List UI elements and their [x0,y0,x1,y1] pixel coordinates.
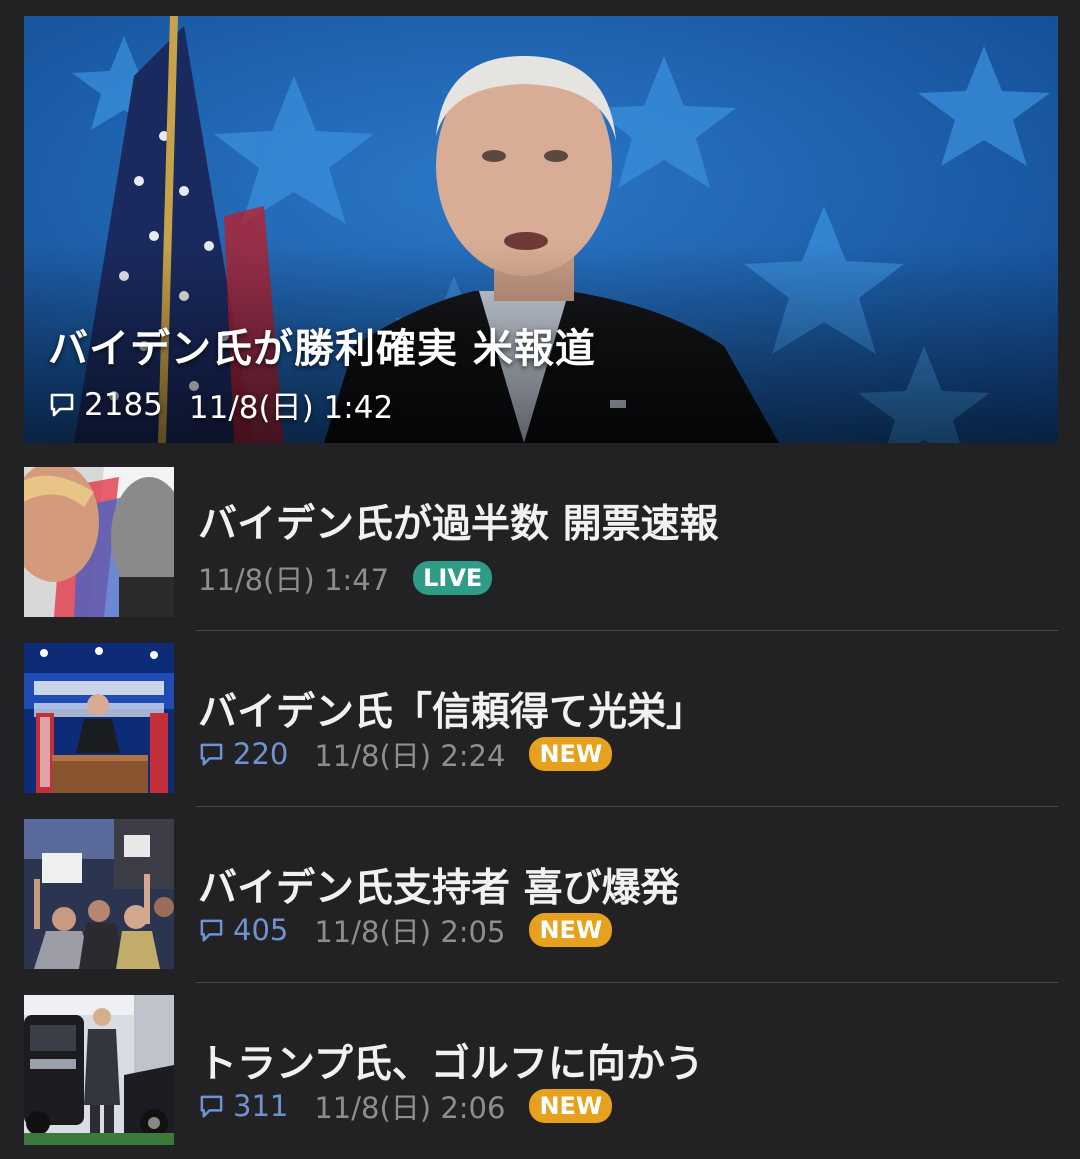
list-item[interactable]: バイデン氏「信頼得て光栄」 220 11/8(日) 2:24 NEW [0,631,1080,807]
new-badge: NEW [529,1089,613,1123]
item-meta: 11/8(日) 1:47 LIVE [198,557,493,599]
hero-meta: 2185 11/8(日) 1:42 [48,382,393,427]
item-headline: トランプ氏、ゴルフに向かう [198,1042,704,1087]
comment-count-value: 405 [233,913,289,947]
hero-comment-count: 2185 [84,386,163,423]
hero-headline: バイデン氏が勝利確実 米報道 [48,326,596,372]
thumbnail-trump-biden [24,467,174,617]
comment-icon [200,1095,223,1117]
thumbnail-trump-golf [24,995,174,1145]
item-timestamp: 11/8(日) 2:24 [314,739,506,773]
comment-count[interactable]: 405 [198,913,288,947]
item-headline: バイデン氏支持者 喜び爆発 [198,866,680,911]
comment-count[interactable]: 220 [198,737,288,771]
comment-count-value: 311 [233,1089,289,1123]
item-headline: バイデン氏「信頼得て光栄」 [198,690,706,735]
item-meta: 311 11/8(日) 2:06 NEW [198,1085,613,1127]
item-timestamp: 11/8(日) 2:05 [314,915,506,949]
item-timestamp: 11/8(日) 2:06 [314,1091,506,1125]
new-badge: NEW [529,737,613,771]
comment-count-value: 220 [233,737,289,771]
comment-count[interactable]: 311 [198,1089,288,1123]
comment-icon [50,393,74,416]
item-meta: 220 11/8(日) 2:24 NEW [198,733,613,775]
list-item[interactable]: トランプ氏、ゴルフに向かう 311 11/8(日) 2:06 NEW [0,983,1080,1159]
new-badge: NEW [529,913,613,947]
thumbnail-biden-harris [24,643,174,793]
item-timestamp: 11/8(日) 1:47 [198,563,390,597]
hero-timestamp: 11/8(日) 1:42 [188,390,394,426]
item-headline: バイデン氏が過半数 開票速報 [198,502,719,547]
hero-article[interactable]: バイデン氏が勝利確実 米報道 2185 11/8(日) 1:42 [24,16,1058,443]
comment-icon [200,743,223,765]
item-meta: 405 11/8(日) 2:05 NEW [198,909,613,951]
list-item[interactable]: バイデン氏支持者 喜び爆発 405 11/8(日) 2:05 NEW [0,807,1080,983]
live-badge: LIVE [413,561,493,595]
comment-icon [200,919,223,941]
thumbnail-supporters [24,819,174,969]
list-item[interactable]: バイデン氏が過半数 開票速報 11/8(日) 1:47 LIVE [0,443,1080,631]
